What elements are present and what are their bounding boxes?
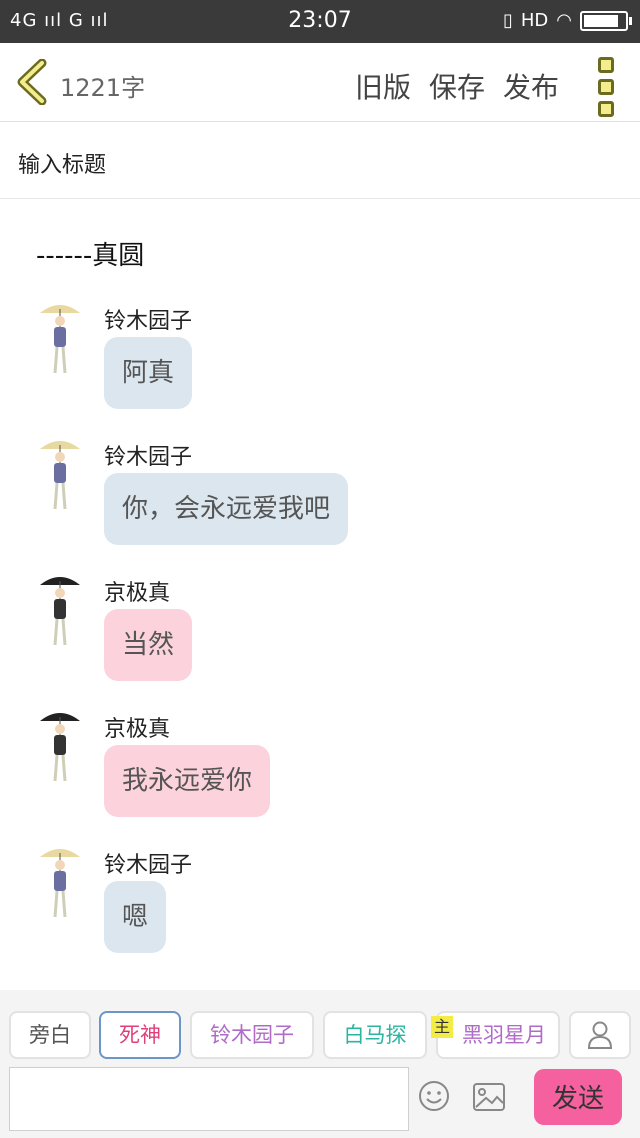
speaker-name: 铃木园子 bbox=[104, 309, 193, 334]
character-chip-narrator[interactable]: 旁白 bbox=[9, 1011, 91, 1059]
host-badge: 主 bbox=[431, 1016, 453, 1038]
sonoko-avatar-icon[interactable] bbox=[38, 299, 82, 379]
speaker-name: 铃木园子 bbox=[104, 445, 193, 470]
battery-icon bbox=[580, 10, 632, 31]
old-version-button[interactable]: 旧版 bbox=[355, 66, 411, 106]
speaker-name: 京极真 bbox=[104, 581, 171, 606]
add-character-button[interactable] bbox=[569, 1011, 631, 1059]
wifi-icon: ◠ bbox=[556, 10, 572, 31]
back-chevron-icon[interactable] bbox=[14, 59, 54, 105]
makoto-avatar-icon[interactable] bbox=[38, 571, 82, 651]
title-field[interactable]: 输入标题 bbox=[0, 121, 640, 199]
save-button[interactable]: 保存 bbox=[429, 66, 485, 106]
story-heading: ------真圆 bbox=[36, 241, 145, 271]
speaker-name: 京极真 bbox=[104, 717, 171, 742]
character-chip-hakuba[interactable]: 白马探 bbox=[323, 1011, 427, 1059]
sonoko-avatar-icon[interactable] bbox=[38, 843, 82, 923]
message-bubble[interactable]: 嗯 bbox=[104, 881, 167, 953]
send-button[interactable]: 发送 bbox=[534, 1069, 622, 1125]
message-input[interactable] bbox=[9, 1067, 409, 1131]
character-chip-sonoko[interactable]: 铃木园子 bbox=[190, 1011, 314, 1059]
hd-label: HD bbox=[520, 10, 549, 31]
message-bubble[interactable]: 你，会永远爱我吧 bbox=[104, 473, 349, 545]
sonoko-avatar-icon[interactable] bbox=[38, 435, 82, 515]
editor-toolbar: 1221字 旧版 保存 发布 bbox=[0, 43, 640, 122]
publish-button[interactable]: 发布 bbox=[503, 66, 559, 106]
speaker-name: 铃木园子 bbox=[104, 853, 193, 878]
emoji-icon[interactable] bbox=[418, 1080, 450, 1112]
character-chip-shinigami[interactable]: 死神 bbox=[99, 1011, 181, 1059]
makoto-avatar-icon[interactable] bbox=[38, 707, 82, 787]
message-bubble[interactable]: 我永远爱你 bbox=[104, 745, 271, 817]
person-icon bbox=[587, 1021, 613, 1049]
vibrate-icon: ▯ bbox=[502, 10, 513, 31]
title-placeholder: 输入标题 bbox=[18, 153, 107, 178]
composer-bar: 发送 bbox=[0, 1062, 640, 1138]
character-selector: 旁白 死神 铃木园子 白马探 黑羽星月 bbox=[0, 990, 640, 1062]
message-bubble[interactable]: 阿真 bbox=[104, 337, 193, 409]
story-content: ------真圆 铃木园子 阿真 铃木园子 你，会永远爱我吧 京极真 当然 京极真 我永远爱你… bbox=[0, 199, 640, 989]
image-icon[interactable] bbox=[472, 1082, 506, 1112]
more-menu-icon[interactable] bbox=[598, 57, 614, 117]
character-chip-kuroba[interactable]: 黑羽星月 bbox=[436, 1011, 560, 1059]
message-bubble[interactable]: 当然 bbox=[104, 609, 193, 681]
char-count: 1221字 bbox=[60, 74, 146, 102]
status-bar: 4G ııl G ııl 23:07 ▯ HD ◠ bbox=[0, 0, 640, 43]
